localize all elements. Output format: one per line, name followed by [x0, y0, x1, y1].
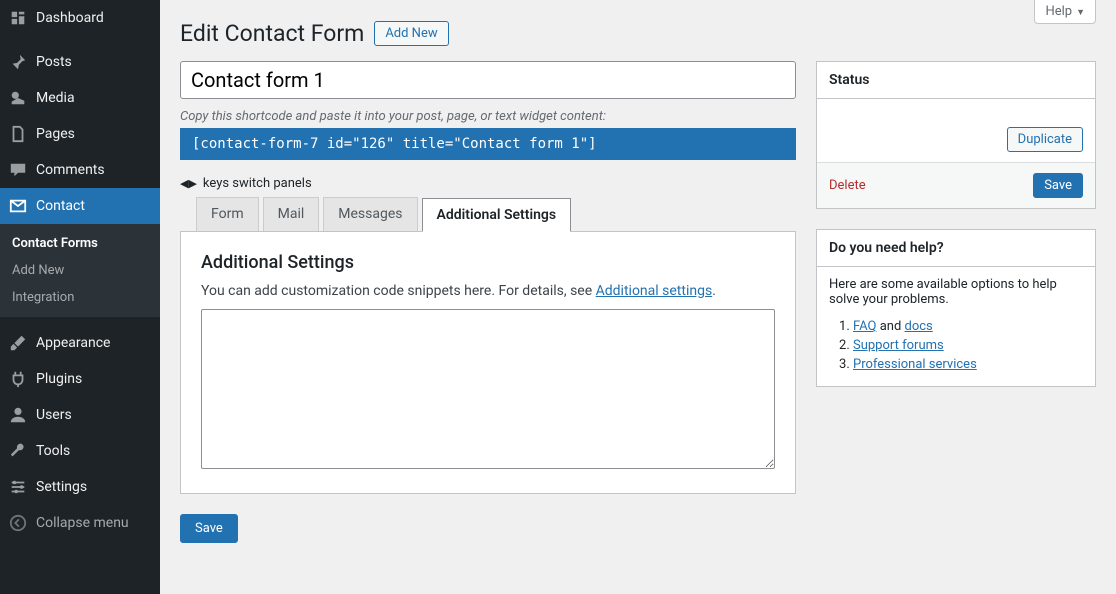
submenu-contact-forms[interactable]: Contact Forms	[0, 230, 160, 257]
tab-form[interactable]: Form	[196, 197, 259, 231]
sidebar-label: Pages	[36, 126, 75, 142]
help-box-title: Do you need help?	[817, 230, 1095, 267]
faq-link[interactable]: FAQ	[853, 319, 876, 334]
save-button-bottom[interactable]: Save	[180, 514, 238, 543]
list-item: FAQ and docs	[853, 319, 1083, 334]
sidebar-item-plugins[interactable]: Plugins	[0, 361, 160, 397]
status-box: Status Duplicate Delete Save	[816, 61, 1096, 209]
tab-additional-settings[interactable]: Additional Settings	[422, 198, 572, 232]
additional-settings-link[interactable]: Additional settings	[596, 283, 713, 299]
sidebar-item-collapse[interactable]: Collapse menu	[0, 505, 160, 541]
sidebar-label: Tools	[36, 443, 70, 459]
help-options-list: FAQ and docs Support forums Professional…	[853, 319, 1083, 372]
sidebar-label: Posts	[36, 54, 72, 70]
sidebar-submenu: Contact Forms Add New Integration	[0, 224, 160, 317]
sidebar-item-dashboard[interactable]: Dashboard	[0, 0, 160, 36]
sidebar-label: Contact	[36, 198, 85, 214]
admin-sidebar: Dashboard Posts Media Pages Comments Con…	[0, 0, 160, 594]
brush-icon	[8, 333, 28, 353]
page-title: Edit Contact Form	[180, 20, 364, 47]
list-item: Professional services	[853, 357, 1083, 372]
support-forums-link[interactable]: Support forums	[853, 338, 944, 353]
save-button[interactable]: Save	[1033, 173, 1083, 198]
list-item: Support forums	[853, 338, 1083, 353]
sidebar-item-appearance[interactable]: Appearance	[0, 325, 160, 361]
help-label: Help	[1045, 4, 1072, 19]
collapse-icon	[8, 513, 28, 533]
submenu-add-new[interactable]: Add New	[0, 257, 160, 284]
sidebar-label: Settings	[36, 479, 87, 495]
docs-link[interactable]: docs	[905, 319, 933, 334]
keys-hint: keys switch panels	[203, 176, 312, 191]
sidebar-item-contact[interactable]: Contact	[0, 188, 160, 224]
help-box: Do you need help? Here are some availabl…	[816, 229, 1096, 387]
panel-desc: You can add customization code snippets …	[201, 283, 775, 299]
sidebar-label: Users	[36, 407, 72, 423]
sidebar-item-users[interactable]: Users	[0, 397, 160, 433]
sidebar-item-media[interactable]: Media	[0, 80, 160, 116]
dashboard-icon	[8, 8, 28, 28]
sidebar-item-settings[interactable]: Settings	[0, 469, 160, 505]
form-title-input[interactable]	[180, 61, 796, 99]
user-icon	[8, 405, 28, 425]
sidebar-item-tools[interactable]: Tools	[0, 433, 160, 469]
sidebar-item-posts[interactable]: Posts	[0, 44, 160, 80]
shortcode-display[interactable]: [contact-form-7 id="126" title="Contact …	[180, 128, 796, 160]
sidebar-label: Plugins	[36, 371, 82, 387]
pin-icon	[8, 52, 28, 72]
arrows-icon: ◀▶	[180, 177, 197, 190]
chevron-down-icon: ▼	[1076, 8, 1085, 18]
comment-icon	[8, 160, 28, 180]
media-icon	[8, 88, 28, 108]
sidebar-label: Comments	[36, 162, 105, 178]
submenu-integration[interactable]: Integration	[0, 284, 160, 311]
duplicate-button[interactable]: Duplicate	[1007, 127, 1083, 152]
sidebar-label: Collapse menu	[36, 515, 129, 531]
mail-icon	[8, 196, 28, 216]
delete-link[interactable]: Delete	[829, 178, 866, 193]
add-new-button[interactable]: Add New	[374, 21, 448, 46]
sidebar-label: Media	[36, 90, 75, 106]
status-title: Status	[817, 62, 1095, 99]
panel-title: Additional Settings	[201, 252, 775, 273]
help-tab[interactable]: Help ▼	[1034, 0, 1096, 24]
sidebar-label: Appearance	[36, 335, 110, 351]
sidebar-label: Dashboard	[36, 10, 104, 26]
page-icon	[8, 124, 28, 144]
main-content: Help ▼ Edit Contact Form Add New Copy thi…	[160, 0, 1116, 594]
tabs: Form Mail Messages Additional Settings	[196, 197, 796, 231]
panel-additional-settings: Additional Settings You can add customiz…	[180, 231, 796, 494]
sliders-icon	[8, 477, 28, 497]
plug-icon	[8, 369, 28, 389]
additional-settings-textarea[interactable]	[201, 309, 775, 469]
wrench-icon	[8, 441, 28, 461]
help-box-text: Here are some available options to help …	[829, 277, 1083, 307]
professional-services-link[interactable]: Professional services	[853, 357, 977, 372]
shortcode-hint: Copy this shortcode and paste it into yo…	[180, 109, 796, 124]
sidebar-item-comments[interactable]: Comments	[0, 152, 160, 188]
tab-messages[interactable]: Messages	[323, 197, 417, 231]
sidebar-item-pages[interactable]: Pages	[0, 116, 160, 152]
tab-mail[interactable]: Mail	[263, 197, 320, 231]
